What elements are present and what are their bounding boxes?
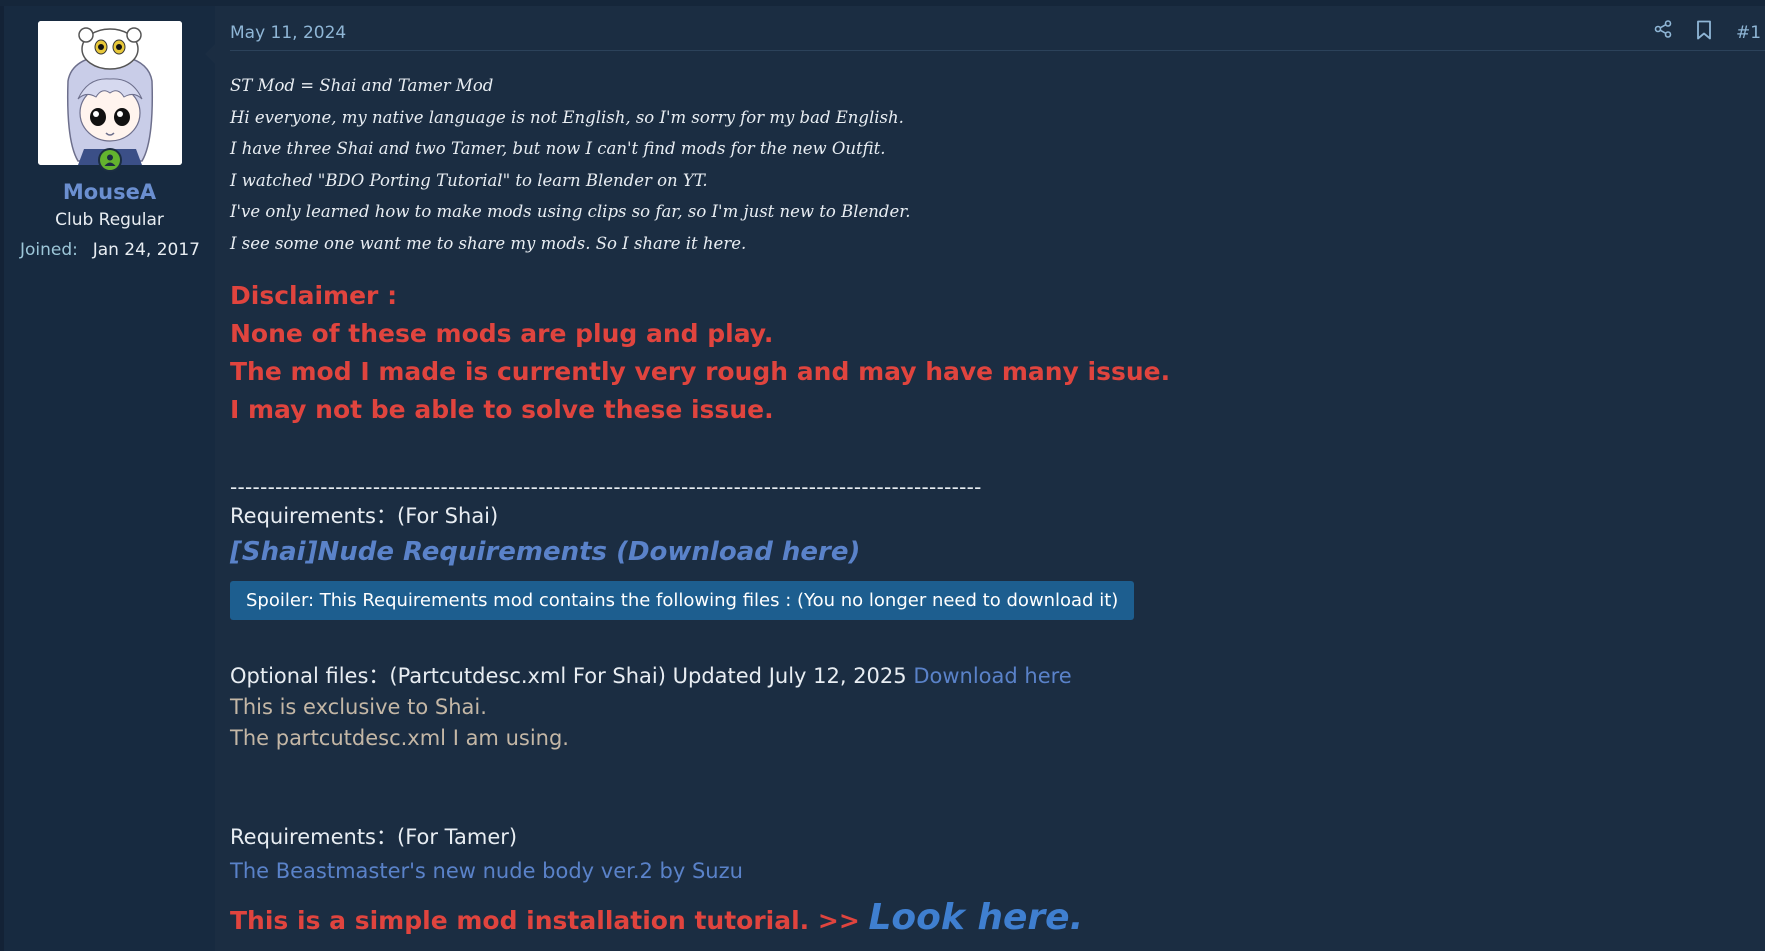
tutorial-text: This is a simple mod installation tutori…: [230, 906, 869, 935]
disclaimer-line: Disclaimer :: [230, 281, 398, 310]
forum-post-page: MouseA Club Regular Joined: Jan 24, 2017…: [0, 0, 1765, 951]
shai-requirements-label: Requirements：(For Shai): [230, 504, 499, 528]
intro-text: ST Mod = Shai and Tamer Mod Hi everyone,…: [230, 70, 1730, 259]
joined-date: Jan 24, 2017: [92, 240, 200, 260]
disclaimer-line: None of these mods are plug and play.: [230, 319, 774, 348]
disclaimer-block: Disclaimer : None of these mods are plug…: [230, 277, 1730, 429]
disclaimer-line: The mod I made is currently very rough a…: [230, 357, 1171, 386]
bookmark-icon[interactable]: [1696, 20, 1712, 45]
intro-line: I have three Shai and two Tamer, but now…: [230, 139, 886, 158]
dash-divider: ----------------------------------------…: [230, 475, 982, 499]
username[interactable]: MouseA: [4, 180, 215, 204]
post-number-link[interactable]: #1: [1736, 23, 1761, 43]
top-border: [0, 0, 1765, 6]
disclaimer-line: I may not be able to solve these issue.: [230, 395, 774, 424]
partcut-note: The partcutdesc.xml I am using.: [230, 726, 569, 750]
intro-line: I watched "BDO Porting Tutorial" to lear…: [230, 170, 708, 190]
tutorial-line: This is a simple mod installation tutori…: [230, 898, 1730, 941]
header-divider: [230, 50, 1765, 51]
shai-requirements-link[interactable]: [Shai]Nude Requirements (Download here): [230, 533, 1730, 571]
avatar-image: [38, 21, 182, 165]
intro-line: Hi everyone, my native language is not E…: [230, 107, 904, 127]
joined-label: Joined:: [20, 240, 78, 260]
optional-files-line: Optional files：(Partcutdesc.xml For Shai…: [230, 660, 1730, 692]
tutorial-link[interactable]: Look here.: [868, 897, 1083, 938]
tamer-requirements-label: Requirements：(For Tamer): [230, 825, 518, 849]
online-user-icon: [100, 150, 120, 170]
optional-download-link[interactable]: Download here: [913, 664, 1071, 688]
exclusive-note: This is exclusive to Shai.: [230, 695, 487, 719]
share-icon[interactable]: [1654, 20, 1672, 43]
tamer-body-link[interactable]: The Beastmaster's new nude body ver.2 by…: [230, 854, 1730, 888]
intro-line: I see some one want me to share my mods.…: [230, 233, 747, 253]
post-content: ST Mod = Shai and Tamer Mod Hi everyone,…: [230, 70, 1730, 941]
post-pointer-arrow: [205, 44, 215, 64]
optional-files-text: Optional files：(Partcutdesc.xml For Shai…: [230, 664, 914, 688]
intro-line: I've only learned how to make mods using…: [230, 202, 911, 221]
post-date[interactable]: May 11, 2024: [230, 23, 346, 43]
user-title: Club Regular: [55, 210, 164, 230]
intro-line: ST Mod = Shai and Tamer Mod: [230, 76, 494, 95]
online-status-badge: [98, 148, 122, 172]
spoiler-button[interactable]: Spoiler: This Requirements mod contains …: [230, 581, 1135, 620]
avatar[interactable]: [38, 21, 182, 165]
